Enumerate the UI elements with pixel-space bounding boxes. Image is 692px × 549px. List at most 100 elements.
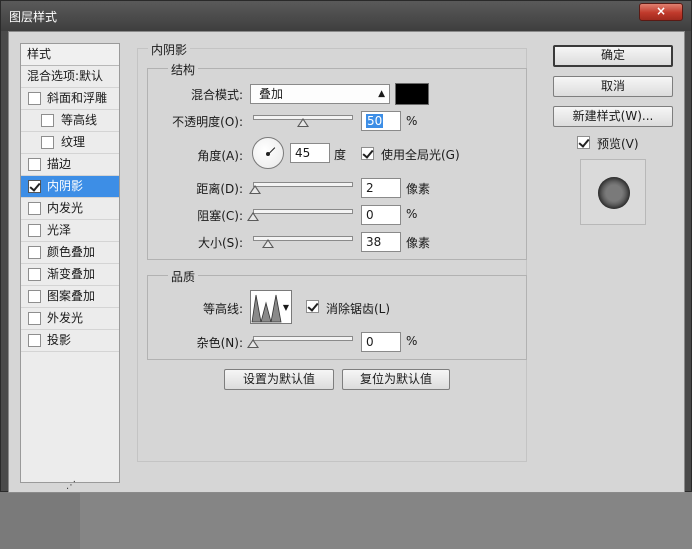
style-item-label: 外发光 — [47, 311, 84, 325]
style-item[interactable]: 投影 — [21, 330, 119, 352]
style-checkbox[interactable] — [28, 202, 41, 215]
distance-label: 距离(D): — [196, 182, 243, 196]
distance-value: 2 — [366, 181, 374, 195]
choke-slider-thumb[interactable] — [247, 212, 259, 221]
style-checkbox[interactable] — [28, 246, 41, 259]
choke-input[interactable]: 0 — [361, 205, 401, 225]
style-item[interactable]: 内发光 — [21, 198, 119, 220]
title-bar[interactable]: 图层样式 × — [1, 1, 691, 31]
blend-mode-select[interactable]: 叠加 ▲ — [250, 84, 390, 104]
anti-alias-checkbox[interactable] — [306, 300, 319, 313]
style-item[interactable]: 颜色叠加 — [21, 242, 119, 264]
chevron-down-icon: ▼ — [282, 303, 289, 312]
close-button[interactable]: × — [639, 3, 683, 21]
window-title: 图层样式 — [9, 10, 58, 24]
opacity-slider-thumb[interactable] — [297, 118, 309, 127]
style-checkbox[interactable] — [28, 312, 41, 325]
resize-grip-icon[interactable]: ⋰ — [66, 480, 76, 491]
opacity-label: 不透明度(O): — [172, 115, 243, 129]
style-list: 样式 混合选项:默认斜面和浮雕等高线纹理描边内阴影内发光光泽颜色叠加渐变叠加图案… — [20, 43, 120, 483]
style-item[interactable]: 斜面和浮雕 — [21, 88, 119, 110]
style-item-label: 光泽 — [47, 223, 72, 237]
quality-label: 品质 — [168, 268, 199, 285]
contour-picker[interactable]: ▼ — [250, 290, 292, 324]
style-item[interactable]: 描边 — [21, 154, 119, 176]
choke-value: 0 — [366, 208, 374, 222]
size-value: 38 — [366, 235, 382, 249]
noise-slider-thumb[interactable] — [247, 339, 259, 348]
size-label: 大小(S): — [197, 236, 243, 250]
angle-input[interactable]: 45 — [290, 143, 330, 163]
style-item[interactable]: 混合选项:默认 — [21, 66, 119, 88]
preview-thumbnail — [598, 177, 630, 209]
style-item-label: 颜色叠加 — [47, 245, 96, 259]
preview-checkbox[interactable] — [577, 136, 590, 149]
chevron-updown-icon: ▲ — [378, 89, 385, 99]
reset-default-button[interactable]: 复位为默认值 — [342, 369, 450, 390]
style-item-label: 渐变叠加 — [47, 267, 96, 281]
style-item[interactable]: 纹理 — [21, 132, 119, 154]
style-item-label: 斜面和浮雕 — [47, 91, 108, 105]
style-checkbox[interactable] — [28, 290, 41, 303]
style-item-label: 内阴影 — [47, 179, 84, 193]
angle-label: 角度(A): — [197, 149, 243, 163]
style-preview — [580, 159, 646, 225]
style-checkbox[interactable] — [28, 180, 41, 193]
size-unit: 像素 — [406, 236, 431, 250]
style-item-label: 投影 — [47, 333, 72, 347]
style-item[interactable]: 图案叠加 — [21, 286, 119, 308]
opacity-unit: % — [406, 114, 418, 128]
style-item[interactable]: 渐变叠加 — [21, 264, 119, 286]
style-item-label: 纹理 — [61, 135, 86, 149]
style-item[interactable]: 等高线 — [21, 110, 119, 132]
blend-mode-value: 叠加 — [259, 87, 284, 101]
style-item-label: 内发光 — [47, 201, 84, 215]
noise-label: 杂色(N): — [196, 336, 243, 350]
style-checkbox[interactable] — [28, 334, 41, 347]
opacity-input[interactable]: 50 — [361, 111, 401, 131]
size-input[interactable]: 38 — [361, 232, 401, 252]
style-item[interactable]: 内阴影 — [21, 176, 119, 198]
noise-value: 0 — [366, 335, 374, 349]
style-checkbox[interactable] — [28, 268, 41, 281]
style-list-header[interactable]: 样式 — [21, 44, 119, 66]
distance-unit: 像素 — [406, 182, 431, 196]
new-style-button[interactable]: 新建样式(W)... — [553, 106, 673, 127]
contour-preview-icon — [251, 294, 282, 323]
dialog-body: 样式 混合选项:默认斜面和浮雕等高线纹理描边内阴影内发光光泽颜色叠加渐变叠加图案… — [8, 31, 685, 493]
global-light-label[interactable]: 使用全局光(G) — [381, 146, 460, 163]
structure-label: 结构 — [168, 61, 199, 78]
anti-alias-label[interactable]: 消除锯齿(L) — [326, 300, 390, 317]
style-checkbox[interactable] — [41, 114, 54, 127]
style-checkbox[interactable] — [28, 224, 41, 237]
opacity-value: 50 — [366, 114, 384, 128]
style-item-label: 混合选项:默认 — [27, 69, 104, 83]
noise-slider[interactable] — [253, 336, 353, 341]
style-item[interactable]: 光泽 — [21, 220, 119, 242]
make-default-button[interactable]: 设置为默认值 — [224, 369, 334, 390]
shadow-color-swatch[interactable] — [395, 83, 429, 105]
style-item[interactable]: 外发光 — [21, 308, 119, 330]
style-item-label: 描边 — [47, 157, 72, 171]
noise-unit: % — [406, 334, 418, 348]
ok-button[interactable]: 确定 — [553, 45, 673, 67]
contour-label: 等高线: — [202, 302, 243, 316]
size-slider-thumb[interactable] — [262, 239, 274, 248]
distance-slider-thumb[interactable] — [249, 185, 261, 194]
layer-style-dialog: 图层样式 × 样式 混合选项:默认斜面和浮雕等高线纹理描边内阴影内发光光泽颜色叠… — [0, 0, 692, 493]
blend-mode-label: 混合模式: — [190, 88, 243, 102]
angle-center-icon — [266, 152, 270, 156]
style-checkbox[interactable] — [41, 136, 54, 149]
distance-slider[interactable] — [253, 182, 353, 187]
choke-slider[interactable] — [253, 209, 353, 214]
preview-label[interactable]: 预览(V) — [597, 135, 639, 152]
angle-dial[interactable] — [252, 137, 284, 169]
distance-input[interactable]: 2 — [361, 178, 401, 198]
choke-label: 阻塞(C): — [197, 209, 243, 223]
cancel-button[interactable]: 取消 — [553, 76, 673, 97]
style-checkbox[interactable] — [28, 158, 41, 171]
global-light-checkbox[interactable] — [361, 147, 374, 160]
noise-input[interactable]: 0 — [361, 332, 401, 352]
style-checkbox[interactable] — [28, 92, 41, 105]
style-item-label: 图案叠加 — [47, 289, 96, 303]
